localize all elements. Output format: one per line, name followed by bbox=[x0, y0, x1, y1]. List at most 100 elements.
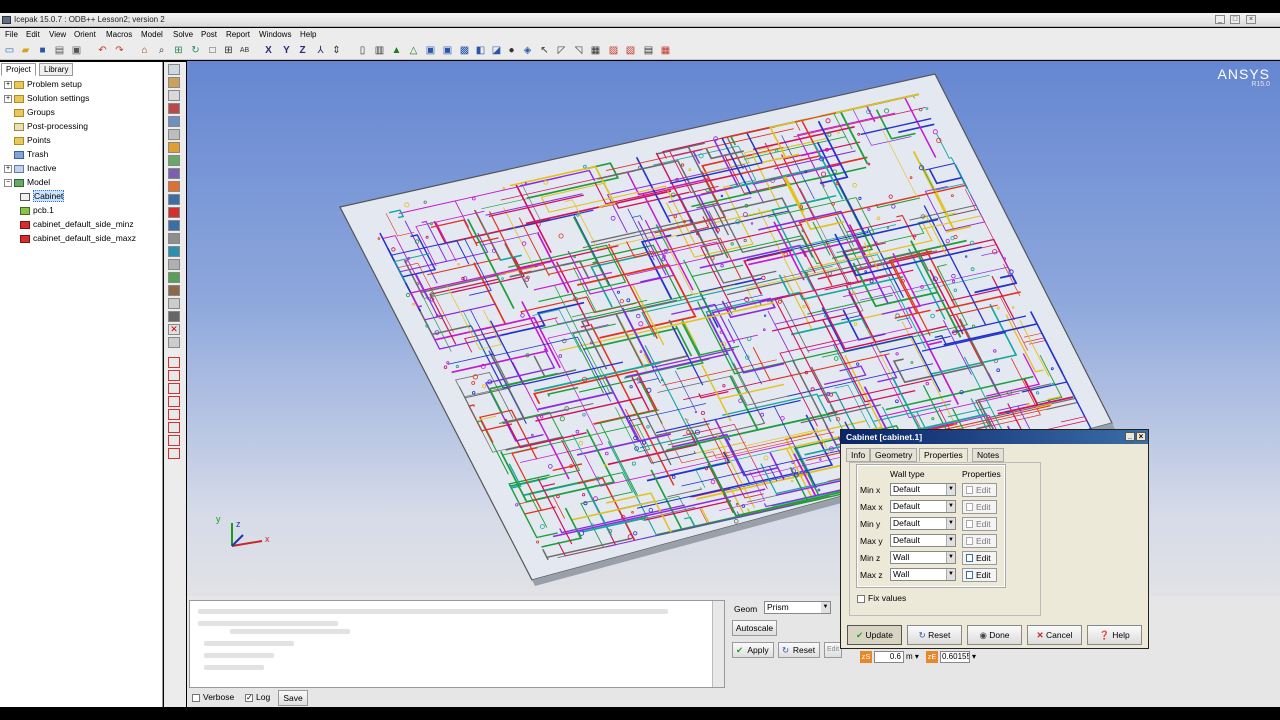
apply-button[interactable]: ✔ Apply bbox=[732, 642, 774, 658]
tab-info[interactable]: Info bbox=[846, 448, 871, 462]
block-tool-icon[interactable]: ▥ bbox=[373, 44, 386, 57]
save-icon[interactable]: ■ bbox=[36, 44, 49, 57]
geom-select[interactable]: Prism ▼ bbox=[764, 601, 831, 614]
edit-button-min-z[interactable]: Edit bbox=[962, 551, 997, 565]
dialog-close-icon[interactable]: × bbox=[1136, 432, 1146, 441]
dialog-reset-button[interactable]: ↻ Reset bbox=[907, 625, 962, 645]
plot-tool-icon[interactable]: ▧ bbox=[624, 44, 637, 57]
object-tool-icon[interactable] bbox=[168, 448, 180, 459]
tree-item-cabinet[interactable]: Cabinet bbox=[20, 190, 65, 203]
tab-properties[interactable]: Properties bbox=[919, 448, 968, 462]
tree-item-inactive[interactable]: + Inactive bbox=[4, 162, 56, 175]
message-scrollbar[interactable] bbox=[712, 601, 724, 687]
object-tool-icon[interactable] bbox=[168, 155, 180, 166]
report-tool-icon[interactable]: ◹ bbox=[572, 44, 585, 57]
mesh-tool-icon[interactable]: △ bbox=[407, 44, 420, 57]
wall-type-select-max-y[interactable]: Default ▼ bbox=[890, 534, 956, 547]
print-icon[interactable]: ▤ bbox=[53, 44, 66, 57]
tree-item-model[interactable]: − Model bbox=[4, 176, 50, 189]
tree-item-pcb[interactable]: pcb.1 bbox=[20, 204, 54, 217]
menu-report[interactable]: Report bbox=[226, 30, 250, 39]
object-tool-icon[interactable] bbox=[168, 194, 180, 205]
save-log-button[interactable]: Save bbox=[278, 690, 308, 706]
dialog-minimize-icon[interactable]: _ bbox=[1125, 432, 1135, 441]
z-axis-view-icon[interactable]: Z bbox=[296, 44, 309, 57]
menu-windows[interactable]: Windows bbox=[259, 30, 291, 39]
tree-item-side-minz[interactable]: cabinet_default_side_minz bbox=[20, 218, 134, 231]
ze-input[interactable]: 0.60155 bbox=[940, 651, 970, 663]
object-tool-icon[interactable] bbox=[168, 396, 180, 407]
tree-item-points[interactable]: Points bbox=[14, 134, 51, 147]
object-tool-icon[interactable] bbox=[168, 285, 180, 296]
help-button[interactable]: ❓ Help bbox=[1087, 625, 1142, 645]
screenshot-icon[interactable]: ▣ bbox=[70, 44, 83, 57]
tree-item-problem-setup[interactable]: + Problem setup bbox=[4, 78, 82, 91]
object-tool-icon[interactable] bbox=[168, 337, 180, 348]
object-tool-icon[interactable] bbox=[168, 409, 180, 420]
edit-button-max-z[interactable]: Edit bbox=[962, 568, 997, 582]
done-button[interactable]: ◉ Done bbox=[967, 625, 1022, 645]
vector-tool-icon[interactable]: ◪ bbox=[490, 44, 503, 57]
tab-notes[interactable]: Notes bbox=[972, 448, 1005, 462]
tree-item-side-maxz[interactable]: cabinet_default_side_maxz bbox=[20, 232, 136, 245]
ze-dropdown-icon[interactable]: ▾ bbox=[972, 651, 980, 663]
open-folder-icon[interactable]: ▰ bbox=[19, 44, 32, 57]
tree-item-groups[interactable]: Groups bbox=[14, 106, 55, 119]
label-toggle-icon[interactable]: AB bbox=[238, 44, 251, 57]
object-tool-icon[interactable] bbox=[168, 370, 180, 381]
message-window[interactable] bbox=[189, 600, 725, 688]
table-tool-icon[interactable]: ▤ bbox=[642, 44, 655, 57]
object-tool-icon[interactable] bbox=[168, 435, 180, 446]
cabinet-tool-icon[interactable]: ▯ bbox=[356, 44, 369, 57]
menu-orient[interactable]: Orient bbox=[74, 30, 96, 39]
object-tool-icon[interactable] bbox=[168, 311, 180, 322]
object-tool-icon[interactable] bbox=[168, 181, 180, 192]
menu-edit[interactable]: Edit bbox=[26, 30, 40, 39]
object-tool-icon[interactable] bbox=[168, 272, 180, 283]
edit-button-max-x[interactable]: Edit bbox=[962, 500, 997, 514]
menu-file[interactable]: File bbox=[5, 30, 18, 39]
log-option[interactable]: ✓ Log bbox=[245, 692, 270, 702]
object-tool-icon[interactable] bbox=[168, 168, 180, 179]
solve-tool-icon[interactable]: ▣ bbox=[441, 44, 454, 57]
warning-tool-icon[interactable]: ▲ bbox=[390, 44, 403, 57]
update-button[interactable]: ✔ Update bbox=[847, 625, 902, 645]
wall-type-select-max-x[interactable]: Default ▼ bbox=[890, 500, 956, 513]
box-view-icon[interactable]: □ bbox=[206, 44, 219, 57]
object-tool-icon[interactable] bbox=[168, 142, 180, 153]
home-view-icon[interactable]: ⌂ bbox=[138, 44, 151, 57]
close-button[interactable]: × bbox=[1246, 15, 1256, 24]
x-axis-view-icon[interactable]: X bbox=[262, 44, 275, 57]
new-file-icon[interactable]: ▭ bbox=[3, 44, 16, 57]
object-tool-icon[interactable] bbox=[168, 220, 180, 231]
object-tool-icon[interactable] bbox=[168, 90, 180, 101]
expand-icon[interactable]: + bbox=[4, 94, 12, 103]
menu-macros[interactable]: Macros bbox=[106, 30, 132, 39]
measure-tool-icon[interactable]: ◸ bbox=[555, 44, 568, 57]
object-tool-icon[interactable] bbox=[168, 259, 180, 270]
object-tool-icon[interactable] bbox=[168, 129, 180, 140]
log-checkbox[interactable]: ✓ bbox=[245, 693, 253, 702]
monitor-tool-icon[interactable]: ▩ bbox=[458, 44, 471, 57]
settings-tool-icon[interactable]: ▣ bbox=[424, 44, 437, 57]
wall-type-select-min-z[interactable]: Wall ▼ bbox=[890, 551, 956, 564]
verbose-option[interactable]: Verbose bbox=[192, 692, 234, 702]
collapse-icon[interactable]: − bbox=[4, 178, 12, 187]
minimize-button[interactable]: _ bbox=[1215, 15, 1225, 24]
delete-icon[interactable]: ✕ bbox=[168, 324, 180, 335]
tree-item-post-processing[interactable]: Post-processing bbox=[14, 120, 88, 133]
edit-button-min-x[interactable]: Edit bbox=[962, 483, 997, 497]
object-tool-icon[interactable] bbox=[168, 383, 180, 394]
tab-project[interactable]: Project bbox=[1, 63, 36, 76]
verbose-checkbox[interactable] bbox=[192, 693, 200, 702]
menu-help[interactable]: Help bbox=[300, 30, 316, 39]
menu-model[interactable]: Model bbox=[141, 30, 163, 39]
pointer-tool-icon[interactable]: ↖ bbox=[538, 44, 551, 57]
object-tool-icon[interactable] bbox=[168, 77, 180, 88]
undo-icon[interactable]: ↶ bbox=[96, 44, 109, 57]
object-tool-icon[interactable] bbox=[168, 103, 180, 114]
maximize-button[interactable]: □ bbox=[1230, 15, 1240, 24]
edit-button-min-y[interactable]: Edit bbox=[962, 517, 997, 531]
sphere-tool-icon[interactable]: ● bbox=[505, 44, 518, 57]
wall-type-select-max-z[interactable]: Wall ▼ bbox=[890, 568, 956, 581]
